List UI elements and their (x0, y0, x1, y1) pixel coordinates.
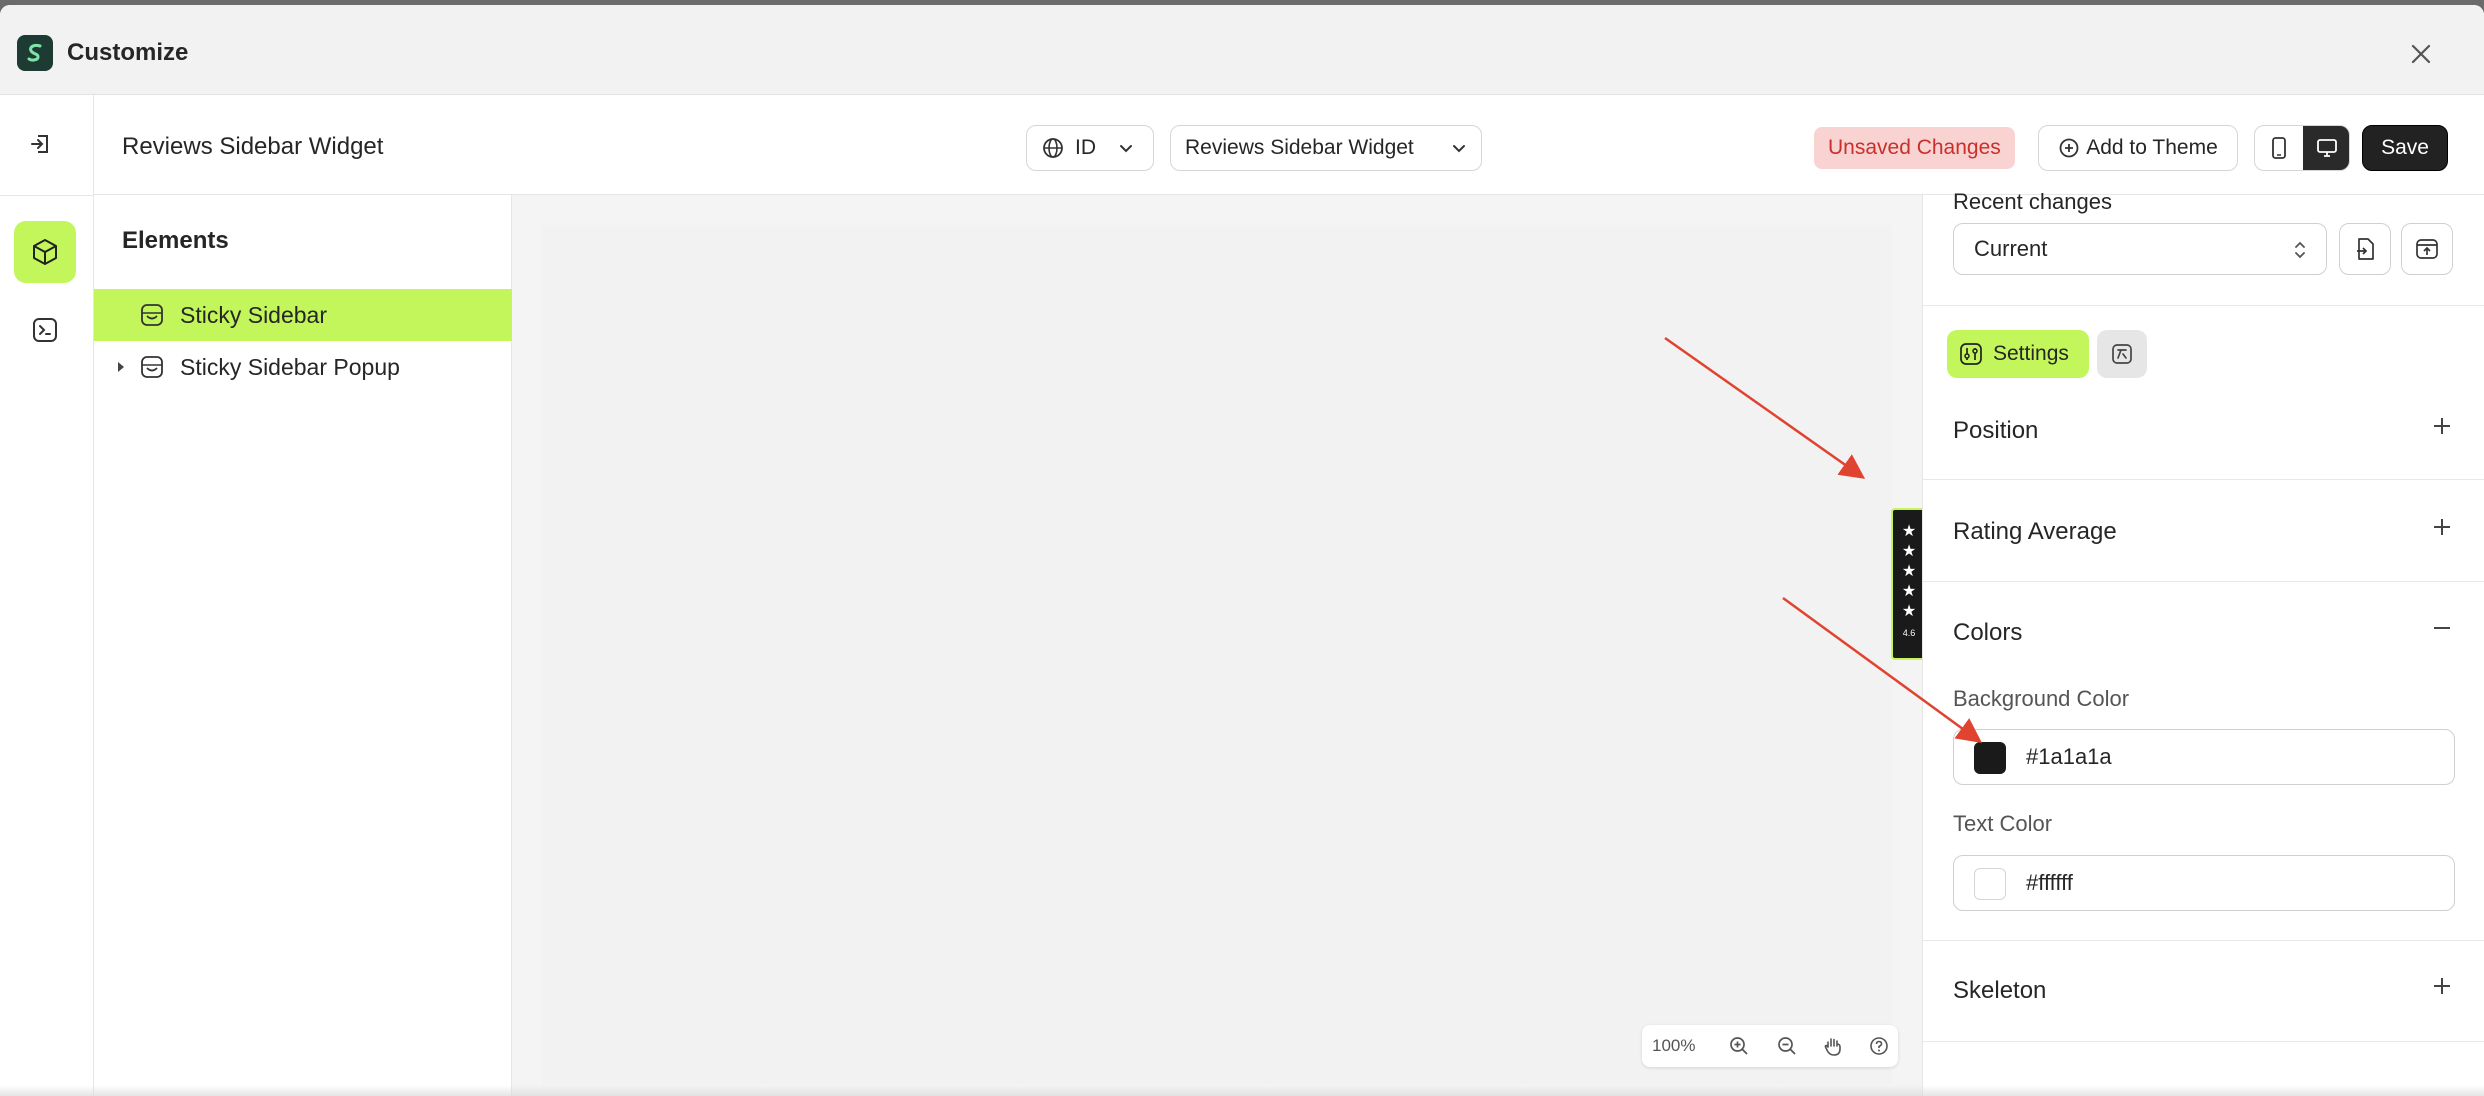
exit-icon[interactable] (28, 131, 54, 157)
hand-pan-icon[interactable] (1822, 1035, 1844, 1057)
background-color-value: #1a1a1a (2026, 744, 2112, 769)
export-button[interactable] (2401, 223, 2453, 275)
text-color-input[interactable]: #ffffff (1953, 855, 2455, 911)
title-bar: Customize (0, 5, 2484, 95)
add-to-theme-label: Add to Theme (2086, 136, 2218, 159)
background-color-input[interactable]: #1a1a1a (1953, 729, 2455, 785)
tree-item-label: Sticky Sidebar (180, 301, 328, 328)
rail-divider (0, 195, 94, 196)
device-toggle (2254, 125, 2350, 171)
background-color-label: Background Color (1953, 686, 2130, 711)
language-select[interactable]: ID (1026, 125, 1154, 171)
elements-panel: Elements Sticky Sidebar Sticky Sidebar P… (94, 195, 512, 1096)
preview-canvas: ★ ★ ★ ★ ★ 4.6 100% (542, 225, 1925, 1085)
sort-updown-icon (2295, 241, 2305, 259)
chevron-down-icon (1120, 145, 1132, 153)
recent-changes-label: Recent changes (1953, 189, 2112, 214)
plus-icon[interactable] (2431, 415, 2453, 437)
mobile-icon (2272, 137, 2286, 159)
import-file-button[interactable] (2339, 223, 2391, 275)
globe-icon (1043, 138, 1063, 158)
code-terminal-button[interactable] (14, 299, 76, 361)
tree-item-label: Sticky Sidebar Popup (180, 353, 400, 380)
unsaved-changes-badge: Unsaved Changes (1814, 127, 2015, 169)
save-button[interactable]: Save (2362, 125, 2448, 171)
tree-item-sticky-sidebar-popup[interactable]: Sticky Sidebar Popup (94, 341, 512, 393)
window-title: Customize (67, 39, 189, 66)
reviews-sidebar-widget[interactable]: ★ ★ ★ ★ ★ 4.6 (1891, 508, 1925, 660)
elements-title: Elements (122, 227, 229, 254)
app-logo-icon (17, 35, 53, 71)
template-select[interactable]: Reviews Sidebar Widget (1170, 125, 1482, 171)
upload-box-icon (2416, 239, 2438, 259)
divider (1923, 305, 2484, 306)
customize-window: Customize Reviews Sidebar Widget ID Revi… (0, 5, 2484, 1096)
recent-changes-value: Current (1974, 236, 2048, 261)
section-rating-average[interactable]: Rating Average (1953, 518, 2117, 546)
settings-sliders-icon (1960, 343, 1982, 365)
section-position[interactable]: Position (1953, 417, 2038, 445)
chevron-down-icon (1453, 145, 1465, 153)
tab-style[interactable] (2097, 330, 2147, 378)
style-icon (2112, 344, 2132, 364)
caret-right-icon[interactable] (116, 361, 126, 373)
star-icon: ★ (1901, 543, 1917, 560)
smile-box-icon (141, 356, 163, 378)
help-icon[interactable] (1868, 1035, 1890, 1057)
divider (1923, 581, 2484, 582)
file-import-icon (2357, 238, 2374, 260)
text-color-label: Text Color (1953, 811, 2053, 836)
star-icon: ★ (1901, 583, 1917, 600)
language-value: ID (1075, 136, 1096, 159)
template-select-value: Reviews Sidebar Widget (1185, 136, 1414, 159)
tab-settings[interactable]: Settings (1947, 330, 2089, 378)
cube-icon (33, 239, 57, 265)
plus-icon[interactable] (2431, 516, 2453, 538)
desktop-icon (2317, 139, 2337, 157)
divider (1923, 940, 2484, 941)
section-skeleton[interactable]: Skeleton (1953, 977, 2046, 1005)
mobile-view-button[interactable] (2255, 126, 2303, 170)
section-colors[interactable]: Colors (1953, 619, 2022, 647)
plus-icon[interactable] (2431, 975, 2453, 997)
window-bottom-edge (0, 1085, 2484, 1096)
zoom-out-icon[interactable] (1776, 1035, 1798, 1057)
canvas-area: ★ ★ ★ ★ ★ 4.6 100% (512, 195, 1925, 1096)
settings-panel: Recent changes Current Settings Position… (1922, 189, 2484, 1096)
divider (1923, 479, 2484, 480)
text-color-value: #ffffff (2026, 870, 2073, 895)
background-color-swatch[interactable] (1974, 742, 2006, 774)
tab-settings-label: Settings (1993, 342, 2069, 365)
zoom-toolbar: 100% (1642, 1025, 1898, 1067)
zoom-in-icon[interactable] (1728, 1035, 1750, 1057)
rating-average-value: 4.6 (1902, 628, 1916, 638)
tree-item-sticky-sidebar[interactable]: Sticky Sidebar (94, 289, 512, 341)
terminal-icon (33, 318, 57, 342)
desktop-view-button[interactable] (2303, 126, 2349, 170)
minus-icon[interactable] (2431, 617, 2453, 639)
smile-box-icon (141, 304, 163, 326)
elements-cube-button[interactable] (14, 221, 76, 283)
page-title: Reviews Sidebar Widget (122, 133, 384, 160)
recent-changes-select[interactable]: Current (1953, 223, 2327, 275)
add-to-theme-button[interactable]: Add to Theme (2038, 125, 2238, 171)
divider (1923, 1041, 2484, 1042)
plus-circle-icon (2059, 138, 2079, 158)
star-icon: ★ (1901, 563, 1917, 580)
editor-header: Reviews Sidebar Widget ID Reviews Sideba… (94, 95, 2484, 195)
left-icon-rail (0, 95, 94, 1096)
zoom-level: 100% (1652, 1036, 1696, 1055)
star-icon: ★ (1901, 523, 1917, 540)
close-icon[interactable] (2408, 41, 2434, 67)
star-icon: ★ (1901, 603, 1917, 620)
text-color-swatch[interactable] (1974, 868, 2006, 900)
